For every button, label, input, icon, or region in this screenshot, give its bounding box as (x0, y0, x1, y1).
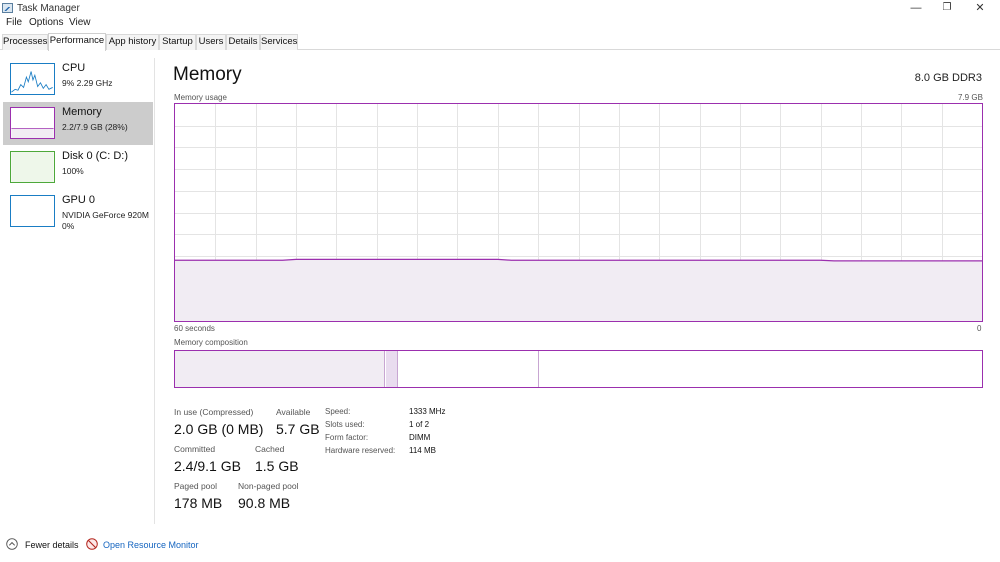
resource-sidebar: CPU 9% 2.29 GHz Memory 2.2/7.9 GB (28%) … (0, 58, 155, 524)
menu-bar: File Options View (0, 17, 1000, 32)
minimize-button[interactable]: — (906, 1, 926, 15)
sidebar-item-detail: 0% (62, 221, 75, 231)
hardware-reserved-label: Hardware reserved: (325, 446, 396, 455)
page-title: Memory (173, 64, 242, 85)
in-use-value: 2.0 GB (0 MB) (174, 421, 264, 437)
memory-graph-thumbnail (10, 107, 55, 139)
cpu-graph-thumbnail (10, 63, 55, 95)
fewer-details-button[interactable]: Fewer details (25, 540, 79, 550)
title-bar: Task Manager — ❐ ✕ (0, 0, 1000, 17)
window-title: Task Manager (17, 3, 80, 14)
available-label: Available (276, 407, 311, 417)
sidebar-item-detail: 9% 2.29 GHz (62, 78, 113, 88)
non-paged-pool-value: 90.8 MB (238, 495, 291, 511)
speed-label: Speed: (325, 407, 351, 416)
memory-composition-label: Memory composition (174, 338, 248, 347)
sidebar-item-gpu[interactable]: GPU 0 NVIDIA GeForce 920M 0% (3, 190, 153, 233)
sidebar-item-memory[interactable]: Memory 2.2/7.9 GB (28%) (3, 102, 153, 145)
committed-label: Committed (174, 444, 216, 454)
tab-services[interactable]: Services (260, 34, 298, 50)
sidebar-item-label: CPU (62, 62, 86, 74)
chevron-up-icon[interactable] (6, 538, 18, 550)
tab-bar: Processes Performance App history Startu… (0, 33, 1000, 51)
menu-options[interactable]: Options (29, 17, 63, 28)
form-factor-value: DIMM (409, 433, 431, 442)
open-resource-monitor-link[interactable]: Open Resource Monitor (103, 540, 199, 550)
gpu-graph-thumbnail (10, 195, 55, 227)
sidebar-item-detail: NVIDIA GeForce 920M (62, 210, 149, 220)
slots-used-label: Slots used: (325, 420, 365, 429)
menu-file[interactable]: File (6, 17, 22, 28)
memory-usage-label: Memory usage (174, 93, 227, 102)
memory-spec: 8.0 GB DDR3 (914, 72, 982, 84)
sidebar-item-detail: 100% (62, 166, 84, 176)
tab-processes[interactable]: Processes (2, 34, 48, 50)
committed-value: 2.4/9.1 GB (174, 458, 241, 474)
memory-usage-plot (175, 104, 982, 321)
composition-standby (399, 351, 539, 387)
tab-details[interactable]: Details (226, 34, 260, 50)
composition-in-use (175, 351, 385, 387)
sidebar-item-label: GPU 0 (62, 194, 96, 206)
tab-performance[interactable]: Performance (48, 33, 106, 51)
non-paged-pool-label: Non-paged pool (238, 481, 299, 491)
available-value: 5.7 GB (276, 421, 320, 437)
restore-button[interactable]: ❐ (937, 1, 957, 15)
composition-free (540, 351, 982, 387)
memory-composition-bar (174, 350, 983, 388)
tab-startup[interactable]: Startup (159, 34, 196, 50)
slots-used-value: 1 of 2 (409, 420, 430, 429)
time-axis-end: 0 (977, 324, 982, 333)
memory-usage-max: 7.9 GB (958, 93, 983, 102)
menu-view[interactable]: View (69, 17, 91, 28)
hardware-reserved-value: 114 MB (409, 446, 436, 455)
sidebar-item-detail: 2.2/7.9 GB (28%) (62, 122, 128, 132)
sidebar-item-label: Memory (62, 106, 102, 118)
close-button[interactable]: ✕ (970, 1, 990, 15)
tab-app-history[interactable]: App history (106, 34, 159, 50)
speed-value: 1333 MHz (409, 407, 446, 416)
paged-pool-label: Paged pool (174, 481, 218, 491)
task-manager-icon (2, 3, 13, 13)
in-use-label: In use (Compressed) (174, 407, 254, 417)
time-axis-start: 60 seconds (174, 324, 215, 333)
resource-monitor-icon[interactable] (86, 538, 98, 550)
composition-modified (386, 351, 398, 387)
sidebar-item-disk[interactable]: Disk 0 (C: D:) 100% (3, 146, 153, 189)
sidebar-item-cpu[interactable]: CPU 9% 2.29 GHz (3, 58, 153, 101)
memory-usage-graph (174, 103, 983, 322)
tab-users[interactable]: Users (196, 34, 226, 50)
cached-label: Cached (255, 444, 285, 454)
cached-value: 1.5 GB (255, 458, 299, 474)
paged-pool-value: 178 MB (174, 495, 223, 511)
form-factor-label: Form factor: (325, 433, 369, 442)
disk-graph-thumbnail (10, 151, 55, 183)
sidebar-item-label: Disk 0 (C: D:) (62, 150, 128, 162)
